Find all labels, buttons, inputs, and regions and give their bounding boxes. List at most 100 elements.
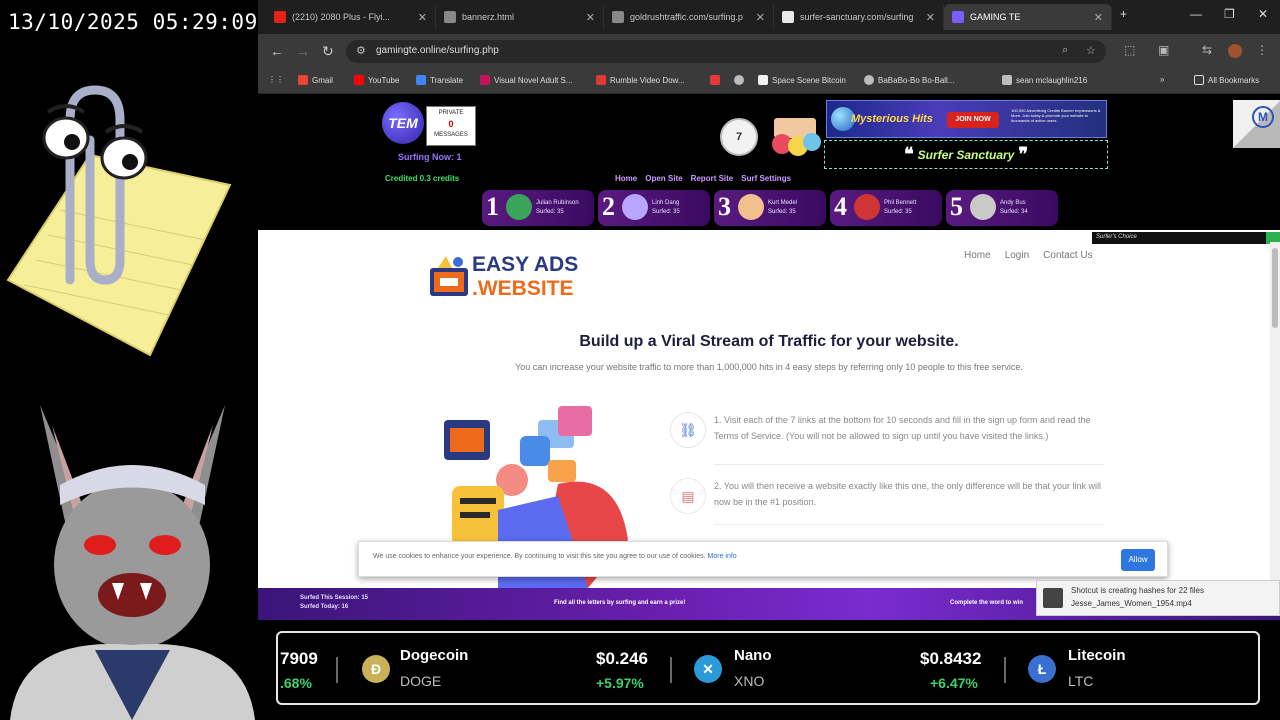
new-tab-icon[interactable]: + bbox=[1120, 7, 1127, 21]
private-messages-box[interactable]: PRIVATE 0 MESSAGES bbox=[426, 106, 476, 146]
step-item: ⛓ 1. Visit each of the 7 links at the bo… bbox=[670, 412, 1106, 452]
surfed-website: Surfer's Choice EASY ADS .WEBSITE Home L… bbox=[258, 230, 1280, 588]
join-now-button[interactable]: JOIN NOW bbox=[947, 112, 999, 128]
close-icon[interactable]: ✕ bbox=[926, 11, 935, 24]
crypto-ticker: 7909 .68% Ð Dogecoin DOGE $0.246 +5.97% … bbox=[276, 631, 1260, 705]
bookmark-item[interactable]: Translate bbox=[416, 75, 463, 85]
letters-game-text: Find all the letters by surfing and earn… bbox=[554, 600, 686, 606]
divider bbox=[714, 464, 1104, 465]
bookmark-item[interactable]: Space Scene Bitcoin bbox=[758, 75, 846, 85]
browser-toolbar: ← → ↻ ⚙ gamingte.online/surfing.php ⌕ ☆ … bbox=[258, 34, 1280, 68]
document-icon bbox=[758, 75, 768, 85]
page-scrollbar[interactable] bbox=[1270, 242, 1280, 588]
surf-link-open-site[interactable]: Open Site bbox=[645, 174, 682, 183]
nav-contact[interactable]: Contact Us bbox=[1043, 250, 1092, 261]
all-bookmarks-folder[interactable]: All Bookmarks bbox=[1194, 75, 1259, 85]
browser-tab[interactable]: goldrushtraffic.com/surfing.p ✕ bbox=[604, 4, 774, 30]
site-info-icon[interactable]: ⚙ bbox=[356, 44, 366, 57]
bookmark-item[interactable] bbox=[734, 75, 748, 85]
bookmark-item[interactable] bbox=[710, 75, 724, 85]
menu-icon[interactable]: ⋮ bbox=[1256, 43, 1268, 57]
ticker-coin-name: Nano bbox=[734, 647, 772, 664]
window-close-icon[interactable]: ✕ bbox=[1258, 7, 1268, 21]
tab-search-icon[interactable]: ▣ bbox=[1158, 43, 1169, 57]
nav-home[interactable]: Home bbox=[964, 250, 991, 261]
timestamp-overlay: 13/10/2025 05:29:09 bbox=[8, 10, 258, 34]
avatar bbox=[622, 194, 648, 220]
session-stats: Surfed This Session: 15 Surfed Today: 16 bbox=[300, 595, 369, 610]
globe-icon bbox=[734, 75, 744, 85]
avatar bbox=[738, 194, 764, 220]
bookmark-item[interactable]: sean mclaughlin216 bbox=[1002, 75, 1087, 85]
bookmark-star-icon[interactable]: ☆ bbox=[1086, 44, 1096, 57]
surf-link-report-site[interactable]: Report Site bbox=[691, 174, 734, 183]
film-icon bbox=[1043, 588, 1063, 608]
ticker-separator bbox=[336, 657, 338, 683]
leaderboard: 1 Julian Rubinson Surfed: 35 2 Linh Dang… bbox=[482, 190, 1058, 226]
notification-toast[interactable]: Shotcut is creating hashes for 22 files … bbox=[1036, 580, 1280, 616]
folder-icon bbox=[1194, 75, 1204, 85]
extensions-icon[interactable]: ⬚ bbox=[1124, 43, 1135, 57]
ticker-coin-symbol: LTC bbox=[1068, 673, 1094, 689]
bookmarks-bar: ⋮⋮ Gmail YouTube Translate Visual Novel … bbox=[258, 68, 1280, 94]
bookmark-favicon-icon bbox=[710, 75, 720, 85]
bookmark-item[interactable]: Gmail bbox=[298, 75, 333, 85]
browser-tab[interactable]: (2210) 2080 Plus - Flyi... ✕ bbox=[266, 4, 436, 30]
nav-login[interactable]: Login bbox=[1005, 250, 1029, 261]
avatar bbox=[506, 194, 532, 220]
leader-card[interactable]: 4 Phil Bennett Surfed: 35 bbox=[830, 190, 942, 226]
bookmark-item[interactable]: Rumble Video Dow... bbox=[596, 75, 685, 85]
leader-card[interactable]: 5 Andy Bus Surfed: 34 bbox=[946, 190, 1058, 226]
forward-icon[interactable]: → bbox=[296, 43, 310, 59]
mysterious-hits-banner[interactable]: Mysterious Hits JOIN NOW 100,000 Adverti… bbox=[826, 100, 1107, 138]
browser-tab[interactable]: bannerz.html ✕ bbox=[436, 4, 604, 30]
easy-ads-logo[interactable]: EASY ADS .WEBSITE bbox=[428, 250, 588, 306]
surf-link-home[interactable]: Home bbox=[615, 174, 637, 183]
scrollbar-thumb[interactable] bbox=[1272, 248, 1278, 328]
ticker-change: +5.97% bbox=[596, 675, 644, 691]
close-icon[interactable]: ✕ bbox=[1094, 11, 1103, 24]
browser-tab[interactable]: surfer-sanctuary.com/surfing ✕ bbox=[774, 4, 944, 30]
apps-grid-icon[interactable]: ⋮⋮ bbox=[268, 75, 284, 84]
webpage-icon: ▤ bbox=[670, 478, 706, 514]
minimize-icon[interactable]: — bbox=[1190, 7, 1202, 21]
cast-icon[interactable]: ⇆ bbox=[1202, 43, 1212, 57]
back-icon[interactable]: ← bbox=[270, 43, 284, 59]
ticker-separator bbox=[1004, 657, 1006, 683]
link-icon: ⛓ bbox=[670, 412, 706, 448]
profile-avatar-icon[interactable] bbox=[1228, 44, 1242, 58]
more-bookmarks-icon[interactable]: » bbox=[1160, 75, 1164, 84]
bookmark-item[interactable]: Visual Novel Adult S... bbox=[480, 75, 573, 85]
litecoin-icon: Ł bbox=[1028, 655, 1056, 683]
ticker-change: .68% bbox=[280, 675, 312, 691]
more-info-link[interactable]: More info bbox=[708, 553, 737, 560]
browser-tab-active[interactable]: GAMING TE ✕ bbox=[944, 4, 1112, 30]
close-icon[interactable]: ✕ bbox=[418, 11, 427, 24]
close-icon[interactable]: ✕ bbox=[586, 11, 595, 24]
address-bar[interactable]: ⚙ gamingte.online/surfing.php ⌕ ☆ bbox=[346, 40, 1106, 63]
surfer-sanctuary-banner[interactable]: ❝ Surfer Sanctuary ❞ bbox=[824, 140, 1108, 169]
leader-card[interactable]: 3 Kurt Medel Surfed: 35 bbox=[714, 190, 826, 226]
page-headline: Build up a Viral Stream of Traffic for y… bbox=[579, 333, 959, 350]
ticker-price: 7909 bbox=[280, 649, 318, 668]
surf-link-settings[interactable]: Surf Settings bbox=[741, 174, 791, 183]
allow-cookies-button[interactable]: Allow bbox=[1121, 549, 1155, 571]
surfing-now-text: Surfing Now: 1 bbox=[398, 152, 462, 162]
corner-logo[interactable]: M bbox=[1233, 100, 1280, 148]
bookmark-item[interactable]: BaBaBo-Bo Bo-Ball... bbox=[864, 75, 954, 85]
surf-links: Home Open Site Report Site Surf Settings bbox=[615, 174, 791, 183]
gaming-favicon-icon bbox=[952, 11, 964, 23]
reload-icon[interactable]: ↻ bbox=[322, 43, 334, 60]
zoom-icon[interactable]: ⌕ bbox=[1062, 44, 1068, 57]
cookie-banner: We use cookies to enhance your experienc… bbox=[358, 541, 1168, 577]
word-game-text: Complete the word to win bbox=[950, 600, 1023, 606]
maximize-icon[interactable]: ❐ bbox=[1224, 7, 1235, 21]
surf-timer: 7 bbox=[720, 118, 758, 156]
leader-card[interactable]: 1 Julian Rubinson Surfed: 35 bbox=[482, 190, 594, 226]
bookmark-item[interactable]: YouTube bbox=[354, 75, 399, 85]
ticker-price: $0.246 bbox=[596, 649, 648, 668]
tem-logo[interactable]: TEM bbox=[382, 102, 424, 144]
avatar bbox=[854, 194, 880, 220]
close-icon[interactable]: ✕ bbox=[756, 11, 765, 24]
leader-card[interactable]: 2 Linh Dang Surfed: 35 bbox=[598, 190, 710, 226]
